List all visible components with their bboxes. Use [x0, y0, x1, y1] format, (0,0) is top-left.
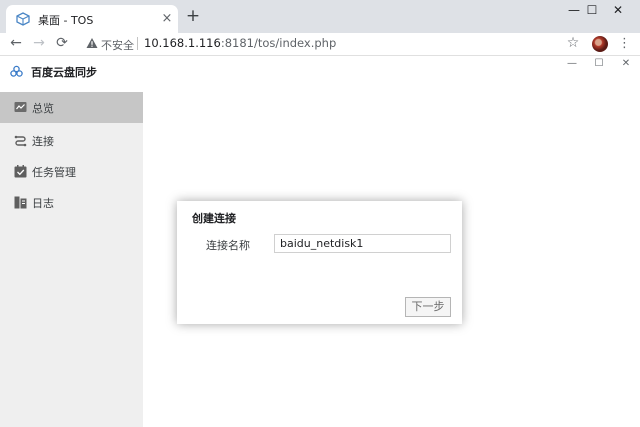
calendar-check-icon [14, 165, 27, 178]
window-close-icon[interactable]: ✕ [596, 0, 640, 22]
close-tab-icon[interactable]: × [159, 11, 175, 27]
forward-icon[interactable]: → [30, 35, 48, 53]
browser-tab-strip: 桌面 - TOS × + — ☐ ✕ [0, 0, 640, 33]
dialog-title: 创建连接 [192, 212, 236, 225]
connection-name-input[interactable] [274, 234, 451, 253]
app-sidebar: 百度云盘同步 总览 连接 任务管理 日志 [0, 57, 143, 427]
profile-avatar[interactable] [592, 36, 608, 52]
cube-icon [16, 12, 30, 26]
address-bar[interactable]: 10.168.1.116:8181/tos/index.php [144, 36, 336, 50]
chart-icon [14, 102, 27, 112]
url-separator [137, 37, 138, 50]
app-close-icon[interactable]: ✕ [617, 57, 635, 73]
warning-icon[interactable] [86, 37, 98, 49]
app-title: 百度云盘同步 [31, 66, 97, 79]
sidebar-item-task-management[interactable]: 任务管理 [0, 156, 143, 187]
bookmark-star-icon[interactable]: ☆ [565, 35, 581, 51]
tab-title: 桌面 - TOS [38, 14, 94, 27]
browser-toolbar: ← → ⟳ 不安全 10.168.1.116:8181/tos/index.ph… [0, 33, 640, 56]
reload-icon[interactable]: ⟳ [53, 35, 71, 53]
sidebar-item-overview[interactable]: 总览 [0, 92, 143, 123]
create-connection-dialog: 创建连接 连接名称 下一步 [177, 201, 462, 324]
sidebar-item-label: 任务管理 [32, 166, 76, 179]
sidebar-item-label: 日志 [32, 197, 54, 210]
next-button[interactable]: 下一步 [405, 297, 451, 317]
connection-name-label: 连接名称 [206, 239, 250, 252]
app-minimize-icon[interactable]: — [563, 57, 581, 73]
security-label[interactable]: 不安全 [101, 37, 134, 53]
url-path: :8181/tos/index.php [220, 36, 337, 50]
sidebar-item-label: 连接 [32, 135, 54, 148]
app-header: 百度云盘同步 [0, 57, 143, 92]
sidebar-item-logs[interactable]: 日志 [0, 187, 143, 218]
cloud-logo-icon [10, 65, 23, 77]
browser-tab[interactable]: 桌面 - TOS × [6, 5, 178, 33]
new-tab-icon[interactable]: + [184, 8, 202, 26]
url-host: 10.168.1.116 [144, 36, 221, 50]
sidebar-item-label: 总览 [32, 102, 54, 115]
app-maximize-icon[interactable]: ☐ [590, 57, 608, 73]
sidebar-item-connections[interactable]: 连接 [0, 125, 143, 156]
browser-menu-icon[interactable]: ⋮ [618, 35, 631, 53]
link-icon [14, 135, 27, 147]
document-icon [14, 196, 27, 209]
back-icon[interactable]: ← [7, 35, 25, 53]
